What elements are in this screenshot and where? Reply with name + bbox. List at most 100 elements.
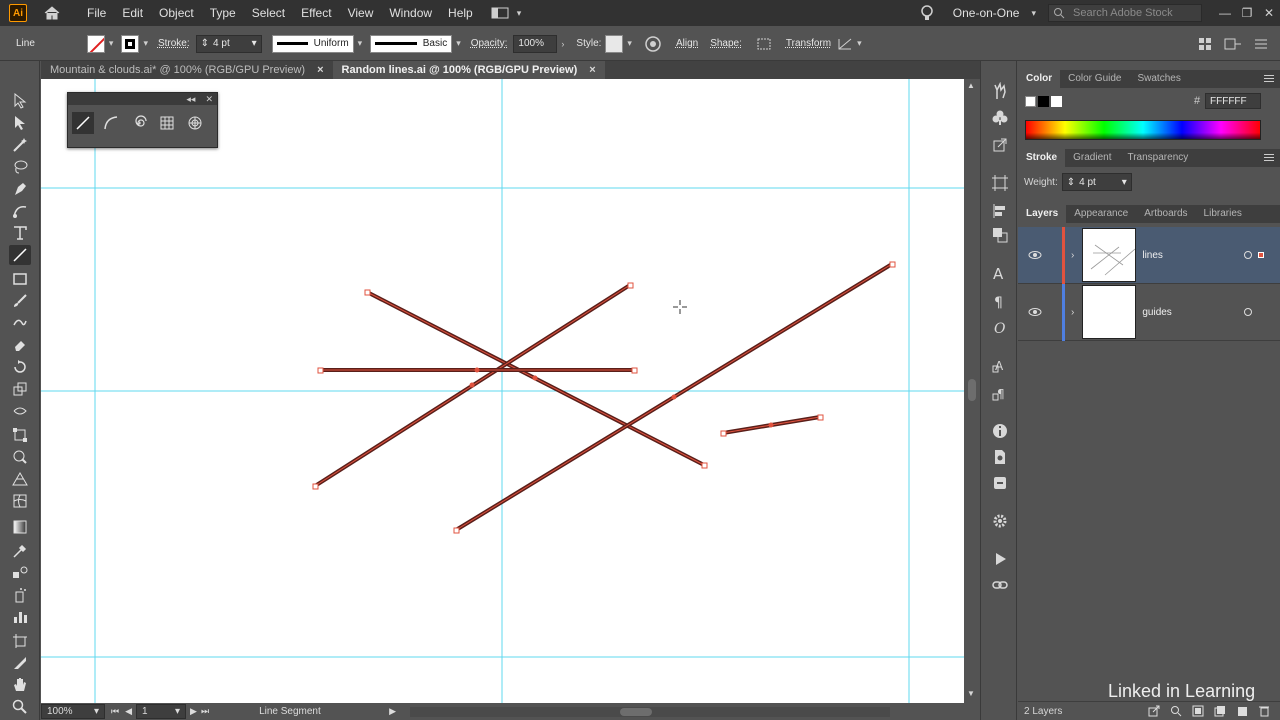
chevron-down-icon[interactable]: ▾ xyxy=(252,38,257,49)
panel-menu-icon[interactable] xyxy=(1264,152,1274,163)
lightbulb-icon[interactable] xyxy=(919,4,935,22)
collapse-icon[interactable]: ◂◂ xyxy=(186,94,195,105)
visibility-eye-icon[interactable] xyxy=(1028,307,1042,317)
eraser-tool-icon[interactable] xyxy=(9,335,31,355)
anchor-point[interactable] xyxy=(627,282,634,289)
blend-tool-icon[interactable] xyxy=(9,563,31,583)
paragraph-icon[interactable]: ¶ xyxy=(990,291,1010,311)
tab-random-lines[interactable]: Random lines.ai @ 100% (RGB/GPU Preview)… xyxy=(332,61,605,79)
vertical-scrollbar[interactable]: ▲ ▼ xyxy=(964,79,980,703)
target-circle-icon[interactable] xyxy=(1243,307,1253,317)
character-icon[interactable]: A xyxy=(990,263,1010,283)
stepper-icon[interactable]: ⇕ xyxy=(201,38,209,49)
delete-trash-icon[interactable] xyxy=(1258,705,1270,717)
type-tool-icon[interactable] xyxy=(9,223,31,243)
variable-width-profile[interactable]: Uniform xyxy=(271,34,354,53)
rectangle-tool-icon[interactable] xyxy=(9,269,31,289)
menu-select[interactable]: Select xyxy=(244,0,293,26)
scroll-down-icon[interactable]: ▼ xyxy=(967,689,975,698)
chevron-right-icon[interactable]: › xyxy=(561,39,564,49)
scrollbar-thumb[interactable] xyxy=(619,707,652,716)
isolate-icon[interactable] xyxy=(1224,37,1242,51)
panel-options-icon[interactable] xyxy=(1254,37,1268,51)
export-icon[interactable] xyxy=(990,135,1010,155)
chevron-down-icon[interactable]: ▾ xyxy=(109,38,114,49)
opacity-link[interactable]: Opacity: xyxy=(471,38,508,49)
anchor-point[interactable] xyxy=(312,483,319,490)
arrange-documents-button[interactable]: ▾ xyxy=(491,7,526,19)
opacity-field[interactable]: 100% xyxy=(513,34,558,53)
status-menu-icon[interactable]: ▶ xyxy=(389,706,396,717)
tab-stroke[interactable]: Stroke xyxy=(1018,149,1066,167)
anchor-point[interactable] xyxy=(817,414,824,421)
target-circle-icon[interactable] xyxy=(1243,250,1253,260)
menu-window[interactable]: Window xyxy=(381,0,440,26)
panel-header[interactable]: ◂◂ ✕ xyxy=(68,93,217,105)
paragraph-styles-icon[interactable]: ¶ xyxy=(990,383,1010,403)
anchor-point[interactable] xyxy=(631,367,638,374)
scroll-up-icon[interactable]: ▲ xyxy=(967,81,975,90)
white-swatch[interactable] xyxy=(1051,96,1062,107)
menu-type[interactable]: Type xyxy=(202,0,244,26)
line-segment-tool-icon[interactable] xyxy=(9,245,31,265)
fill-swatch[interactable] xyxy=(86,34,105,53)
stock-search-input[interactable]: Search Adobe Stock xyxy=(1048,4,1202,22)
direct-selection-tool-icon[interactable] xyxy=(9,113,31,133)
color-spectrum[interactable] xyxy=(1025,120,1261,140)
actions-play-icon[interactable] xyxy=(990,549,1010,569)
pathfinder-icon[interactable] xyxy=(990,225,1010,245)
workspace-switcher[interactable]: One-on-One xyxy=(953,6,1020,20)
hand-tool-icon[interactable] xyxy=(9,675,31,695)
chevron-down-icon[interactable]: ▾ xyxy=(358,38,363,49)
rotate-tool-icon[interactable] xyxy=(9,357,31,377)
tab-swatches[interactable]: Swatches xyxy=(1129,70,1188,88)
stepper-icon[interactable]: ⇕ xyxy=(1067,177,1075,188)
column-graph-tool-icon[interactable] xyxy=(9,607,31,627)
shaper-tool-icon[interactable] xyxy=(9,313,31,333)
shape-builder-tool-icon[interactable] xyxy=(9,447,31,467)
stroke-weight-field[interactable]: ⇕ 4 pt ▾ xyxy=(195,34,262,53)
pen-tool-icon[interactable] xyxy=(9,179,31,199)
next-artboard-icon[interactable]: ▶ xyxy=(190,706,197,717)
close-icon[interactable]: × xyxy=(317,64,323,76)
line-segment[interactable] xyxy=(453,261,896,534)
menu-view[interactable]: View xyxy=(340,0,382,26)
close-icon[interactable]: ✕ xyxy=(205,94,213,105)
previous-artboard-icon[interactable]: ◀ xyxy=(125,706,132,717)
opentype-icon[interactable]: O xyxy=(990,317,1010,337)
export-layer-icon[interactable] xyxy=(1148,705,1160,717)
chevron-down-icon[interactable]: ▾ xyxy=(94,706,99,717)
restore-icon[interactable]: ❐ xyxy=(1236,6,1258,20)
graphic-style-swatch[interactable] xyxy=(605,34,624,53)
polar-grid-tool-icon[interactable] xyxy=(184,112,206,134)
clipping-mask-icon[interactable] xyxy=(1192,705,1204,717)
tab-appearance[interactable]: Appearance xyxy=(1066,205,1136,223)
align-panel-icon[interactable] xyxy=(990,201,1010,221)
paintbrush-tool-icon[interactable] xyxy=(9,291,31,311)
links-icon[interactable] xyxy=(990,473,1010,493)
chevron-right-icon[interactable]: › xyxy=(1071,250,1074,261)
free-transform-tool-icon[interactable] xyxy=(9,425,31,445)
tab-gradient[interactable]: Gradient xyxy=(1065,149,1119,167)
brush-definition[interactable]: Basic xyxy=(370,34,453,53)
close-icon[interactable]: ✕ xyxy=(1258,6,1280,20)
anchor-point[interactable] xyxy=(889,261,896,268)
tab-layers[interactable]: Layers xyxy=(1018,205,1067,223)
mesh-tool-icon[interactable] xyxy=(9,491,31,511)
transform-options-icon[interactable] xyxy=(837,37,853,51)
menu-object[interactable]: Object xyxy=(151,0,202,26)
none-swatch[interactable] xyxy=(1025,96,1036,107)
chevron-down-icon[interactable]: ▾ xyxy=(627,38,632,49)
menu-edit[interactable]: Edit xyxy=(114,0,151,26)
curvature-tool-icon[interactable] xyxy=(9,201,31,221)
stroke-swatch[interactable] xyxy=(121,34,140,53)
zoom-level-field[interactable]: 100% ▾ xyxy=(41,704,105,719)
line-segment[interactable] xyxy=(364,289,708,469)
magic-wand-tool-icon[interactable] xyxy=(9,135,31,155)
anchor-point[interactable] xyxy=(453,527,460,534)
eyedropper-tool-icon[interactable] xyxy=(9,541,31,561)
bounding-box-icon[interactable] xyxy=(756,37,772,51)
menu-file[interactable]: File xyxy=(79,0,114,26)
tab-artboards[interactable]: Artboards xyxy=(1136,205,1195,223)
anchor-point[interactable] xyxy=(701,462,708,469)
